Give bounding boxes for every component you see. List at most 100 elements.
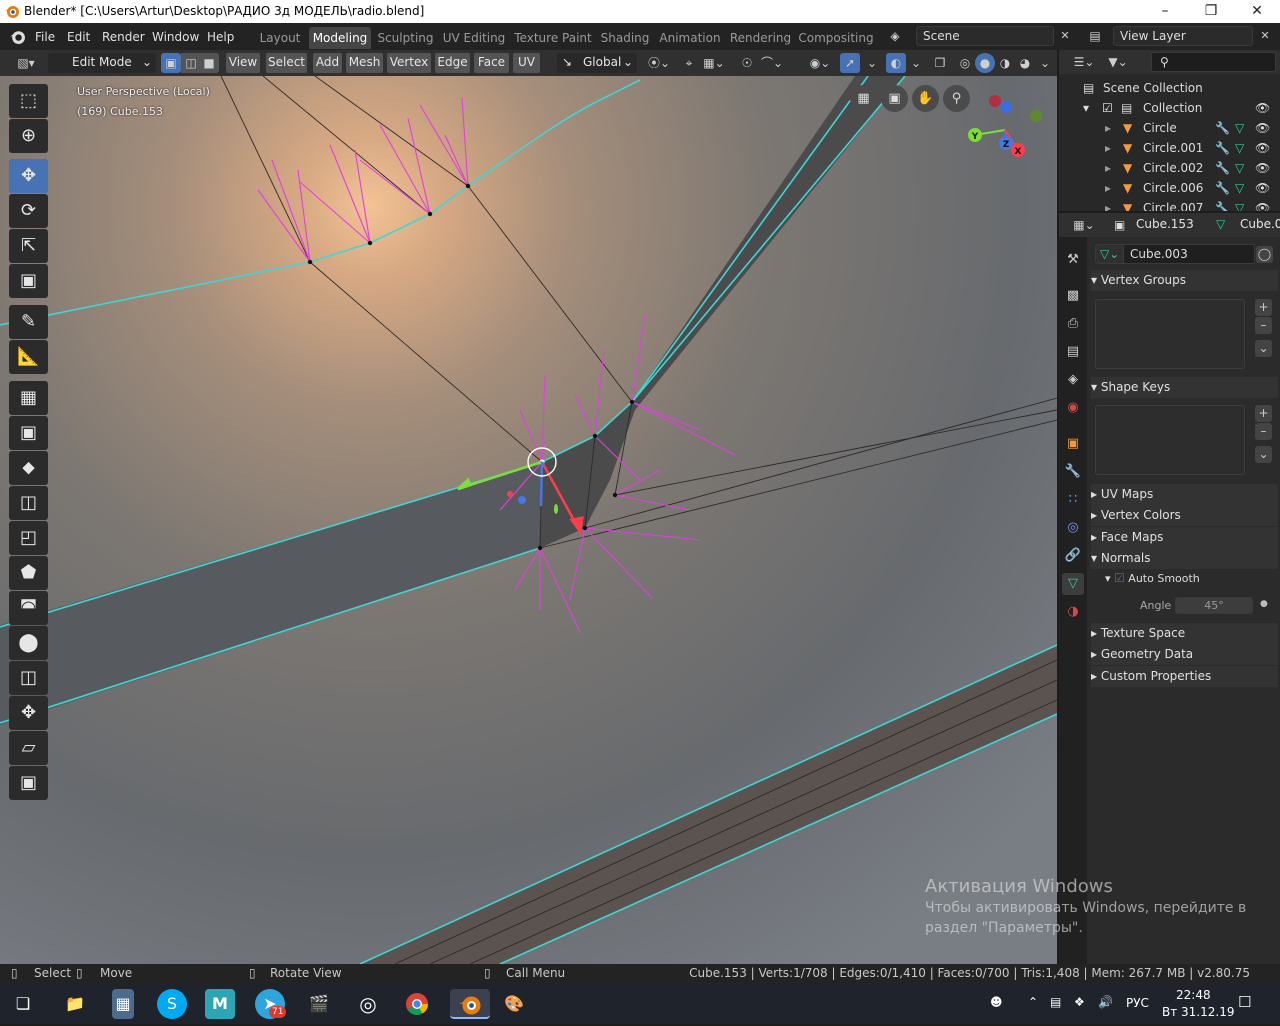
output-tab-icon[interactable]: ⎙ [1062, 313, 1084, 335]
view-layer-tab-icon[interactable]: ▤ [1062, 341, 1084, 363]
pivot-icon[interactable]: ⦿⌄ [645, 53, 673, 73]
smooth-icon[interactable]: ⬤ [9, 626, 48, 660]
bevel-icon[interactable]: ⬥ [9, 451, 48, 485]
editor-type-icon[interactable]: ▦⌄ [1069, 215, 1099, 235]
remove-icon[interactable]: – [1255, 317, 1272, 334]
eye-icon[interactable]: 👁 [1255, 198, 1270, 211]
orientation-select[interactable]: ↘ Global ⌄ [557, 53, 637, 73]
outliner-item[interactable]: ▸ ▼ Circle 🔧 ▽ 👁 [1059, 118, 1280, 138]
close-icon[interactable]: ✕ [1255, 26, 1275, 46]
mesh-name-field[interactable]: Cube.003 [1123, 244, 1255, 264]
chevron-down-icon[interactable]: ⌄ [1255, 340, 1272, 357]
notifications-icon[interactable]: ☐ [1238, 993, 1251, 1011]
face-select-icon[interactable]: ■ [199, 53, 219, 73]
checkbox-icon[interactable]: ☑ [1114, 571, 1125, 585]
tab-uv-editing[interactable]: UV Editing [441, 27, 507, 49]
grid-view-icon[interactable]: ▦ [850, 85, 877, 112]
extrude-icon[interactable]: ▦ [9, 381, 48, 415]
panel-texture-space[interactable]: ▸ Texture Space [1091, 623, 1278, 644]
panel-geometry-data[interactable]: ▸ Geometry Data [1091, 644, 1278, 665]
scene-icon[interactable]: ◈ [885, 26, 905, 46]
angle-field[interactable]: 45° [1175, 597, 1253, 614]
clock-date[interactable]: Вт 31.12.19 [1162, 1005, 1234, 1019]
menu-window[interactable]: Window [152, 28, 199, 46]
vertex-select-icon[interactable]: ▣ [161, 53, 181, 73]
chevron-down-icon[interactable]: ⌄ [862, 53, 882, 73]
panel-vertex-colors[interactable]: ▸ Vertex Colors [1091, 505, 1278, 526]
view-layer-icon[interactable]: ▤ [1085, 26, 1105, 46]
shear-icon[interactable]: ▱ [9, 731, 48, 765]
editor-type-icon[interactable]: ▧▾ [10, 53, 42, 73]
poly-build-icon[interactable]: ⬟ [9, 556, 48, 590]
select-box-icon[interactable]: ⬚ [9, 84, 48, 118]
render-tab-icon[interactable]: ▩ [1062, 285, 1084, 307]
clock-time[interactable]: 22:48 [1176, 988, 1211, 1002]
loop-cut-icon[interactable]: ◫ [9, 486, 48, 520]
checkbox-icon[interactable]: ☑ [1102, 98, 1113, 118]
menu-render[interactable]: Render [102, 28, 145, 46]
file-explorer-icon[interactable]: 📁 [60, 989, 90, 1019]
transform-icon[interactable]: ▣ [9, 264, 48, 298]
mode-select[interactable]: Edit Mode ⌄ [48, 53, 156, 73]
paint-icon[interactable]: 🎨 [499, 989, 529, 1019]
keyframe-dot-icon[interactable]: ● [1260, 599, 1268, 609]
physics-tab-icon[interactable]: ◎ [1062, 517, 1084, 539]
cursor-icon[interactable]: ⊕ [9, 119, 48, 153]
tab-compositing[interactable]: Compositing [798, 27, 874, 49]
wireframe-shading-icon[interactable]: ◎ [955, 53, 975, 73]
spin-icon[interactable]: ◚ [9, 591, 48, 625]
tab-layout[interactable]: Layout [255, 27, 305, 49]
eye-icon[interactable]: 👁 [1255, 178, 1270, 198]
edge-slide-icon[interactable]: ◫ [9, 661, 48, 695]
outliner-search-input[interactable]: ⚲ [1151, 52, 1276, 72]
snap-icon[interactable]: ⌖ [679, 53, 699, 73]
panel-face-maps[interactable]: ▸ Face Maps [1091, 527, 1278, 548]
navigation-axis-gizmo[interactable]: Y Z X [960, 90, 1050, 175]
close-icon[interactable]: ✕ [1234, 0, 1280, 23]
chrome-icon[interactable] [402, 989, 432, 1019]
menu-help[interactable]: Help [207, 28, 234, 46]
filter-icon[interactable]: ▼⌄ [1103, 52, 1133, 72]
outliner-item[interactable]: ▸ ▼ Circle.007 🔧 ▽ 👁 [1059, 198, 1280, 211]
display-mode-icon[interactable]: ☰⌄ [1069, 52, 1099, 72]
world-tab-icon[interactable]: ◉ [1062, 397, 1084, 419]
camera-view-icon[interactable]: ▣ [881, 85, 908, 112]
constraints-tab-icon[interactable]: 🔗 [1062, 545, 1084, 567]
blender-icon[interactable] [450, 989, 490, 1019]
snap-target-icon[interactable]: ▦⌄ [700, 53, 728, 73]
3d-viewport[interactable]: User Perspective (Local) (169) Cube.153 … [0, 76, 1057, 964]
maya-icon[interactable]: M [205, 989, 235, 1019]
panel-uv-maps[interactable]: ▸ UV Maps [1091, 484, 1278, 505]
visibility-icon[interactable]: ◉⌄ [806, 53, 834, 73]
mesh-menu[interactable]: Mesh [346, 53, 383, 73]
add-icon[interactable]: + [1255, 405, 1272, 422]
outliner-collection[interactable]: ▾ ☑ ▤ Collection 👁 [1059, 98, 1280, 118]
inset-icon[interactable]: ▣ [9, 416, 48, 450]
overlay-icon[interactable]: ◐ [886, 53, 906, 73]
windows-start-icon[interactable]: ❏ [8, 989, 38, 1019]
edge-select-icon[interactable]: ◫ [181, 53, 201, 73]
shape-keys-list[interactable] [1095, 405, 1245, 475]
proportional-edit-icon[interactable]: ☉ [737, 53, 757, 73]
minimize-icon[interactable]: – [1142, 0, 1188, 23]
panel-normals[interactable]: ▾ Normals [1091, 548, 1278, 569]
measure-icon[interactable]: 📐 [9, 340, 48, 374]
annotate-icon[interactable]: ✎ [9, 305, 48, 339]
falloff-icon[interactable]: ⌒⌄ [758, 53, 786, 73]
edge-menu[interactable]: Edge [435, 53, 470, 73]
rendered-shading-icon[interactable]: ◕ [1015, 53, 1035, 73]
menu-file[interactable]: File [35, 28, 55, 46]
speaker-icon[interactable]: 🔊 [1098, 995, 1113, 1009]
blender-menu-icon[interactable] [9, 28, 26, 45]
auto-smooth-row[interactable]: ▾ ☑ Auto Smooth [1105, 571, 1200, 585]
knife-icon[interactable]: ◰ [9, 521, 48, 555]
face-menu[interactable]: Face [474, 53, 509, 73]
restore-icon[interactable]: ❐ [1188, 0, 1234, 23]
tab-modeling[interactable]: Modeling [309, 27, 371, 49]
material-shading-icon[interactable]: ◑ [995, 53, 1015, 73]
chevron-down-icon[interactable]: ⌄ [1035, 53, 1055, 73]
fake-user-icon[interactable]: ◯ [1256, 246, 1273, 263]
chevron-up-icon[interactable]: ⌃ [1028, 995, 1038, 1009]
vertex-groups-list[interactable] [1095, 299, 1245, 369]
eye-icon[interactable]: 👁 [1255, 138, 1270, 158]
